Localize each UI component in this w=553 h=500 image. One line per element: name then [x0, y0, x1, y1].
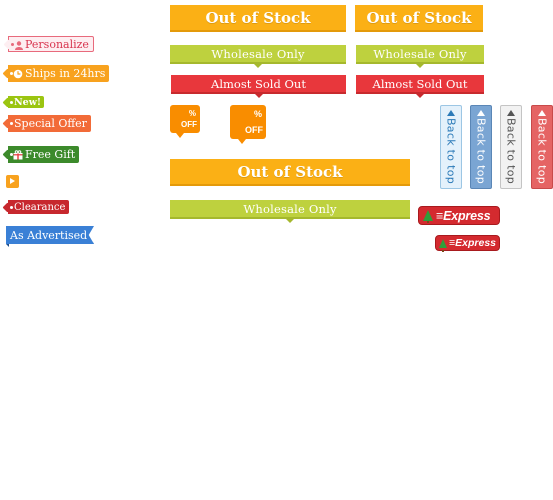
free-gift-label: Free Gift [25, 148, 76, 161]
out-of-stock-banner: Out of Stock [170, 5, 346, 32]
out-of-stock-label: Out of Stock [366, 8, 472, 27]
wholesale-only-label: Wholesale Only [211, 46, 305, 61]
express-badge-large: ≡Express [418, 206, 500, 225]
express-text: Express [443, 208, 491, 223]
gift-icon [13, 149, 23, 160]
ships-in-24hrs-tag[interactable]: Ships in 24hrs [8, 65, 110, 82]
percent-off-badge-small: % OFF [170, 105, 200, 138]
personalize-label: Personalize [25, 37, 89, 51]
tag-hole [10, 205, 13, 209]
clearance-label: Clearance [14, 201, 66, 213]
personalize-tag[interactable]: Personalize [8, 36, 94, 52]
christmas-tree-icon [423, 210, 433, 223]
special-offer-label: Special Offer [14, 117, 87, 130]
christmas-tree-icon [439, 238, 447, 252]
back-to-top-grey[interactable]: Back to top [500, 105, 522, 189]
back-to-top-label: Back to top [444, 117, 458, 185]
express-badge-small: ≡Express [435, 235, 500, 252]
as-advertised-tag[interactable]: As Advertised [6, 226, 94, 244]
banner-pointer [285, 218, 295, 223]
tag-hole [10, 122, 13, 125]
back-to-top-label: Back to top [474, 117, 488, 185]
play-icon [10, 178, 15, 184]
out-of-stock-banner-wide: Out of Stock [170, 159, 410, 186]
badge-tail [176, 133, 184, 138]
back-to-top-label: Back to top [535, 117, 549, 185]
out-of-stock-banner-small: Out of Stock [355, 5, 483, 32]
free-gift-tag[interactable]: Free Gift [8, 146, 80, 163]
new-tag[interactable]: New! [8, 96, 45, 108]
almost-sold-out-banner: Almost Sold Out [171, 75, 346, 98]
back-to-top-light-blue[interactable]: Back to top [440, 105, 462, 189]
percent-symbol: % [188, 109, 196, 118]
clearance-tag[interactable]: Clearance [8, 200, 70, 214]
wholesale-only-banner: Wholesale Only [170, 45, 346, 68]
percent-off-badge-large: % OFF [230, 105, 266, 144]
wholesale-only-banner-small: Wholesale Only [356, 45, 484, 68]
off-label: OFF [181, 120, 197, 129]
banner-pointer [415, 93, 425, 98]
tag-hole [10, 153, 13, 156]
wholesale-only-label: Wholesale Only [243, 201, 337, 216]
almost-sold-out-banner-small: Almost Sold Out [356, 75, 484, 98]
express-label: ≡Express [436, 208, 491, 223]
out-of-stock-label: Out of Stock [205, 8, 311, 27]
ships-label: Ships in 24hrs [25, 67, 106, 80]
tag-hole [11, 42, 14, 46]
special-offer-tag[interactable]: Special Offer [8, 115, 91, 132]
express-label: ≡Express [449, 237, 497, 249]
off-label: OFF [245, 125, 263, 135]
as-advertised-label: As Advertised [10, 228, 88, 242]
play-badge[interactable] [6, 175, 19, 188]
wholesale-only-label: Wholesale Only [373, 46, 467, 61]
person-icon [15, 40, 23, 50]
as-advertised-fold [6, 244, 9, 247]
badge-tail [238, 139, 246, 144]
back-to-top-steel-blue[interactable]: Back to top [470, 105, 492, 189]
clock-icon [13, 69, 23, 79]
banner-pointer [253, 63, 263, 68]
out-of-stock-label: Out of Stock [237, 162, 343, 181]
wholesale-only-banner-wide: Wholesale Only [170, 200, 410, 223]
almost-sold-out-label: Almost Sold Out [211, 76, 306, 91]
banner-pointer [415, 63, 425, 68]
express-text: Express [455, 237, 497, 249]
banner-pointer [253, 93, 264, 98]
tag-hole [10, 72, 13, 75]
new-label: New! [14, 96, 42, 108]
almost-sold-out-label: Almost Sold Out [372, 76, 468, 91]
tag-hole [10, 100, 13, 104]
percent-symbol: % [253, 109, 262, 119]
back-to-top-label: Back to top [504, 117, 518, 185]
back-to-top-red[interactable]: Back to top [531, 105, 553, 189]
